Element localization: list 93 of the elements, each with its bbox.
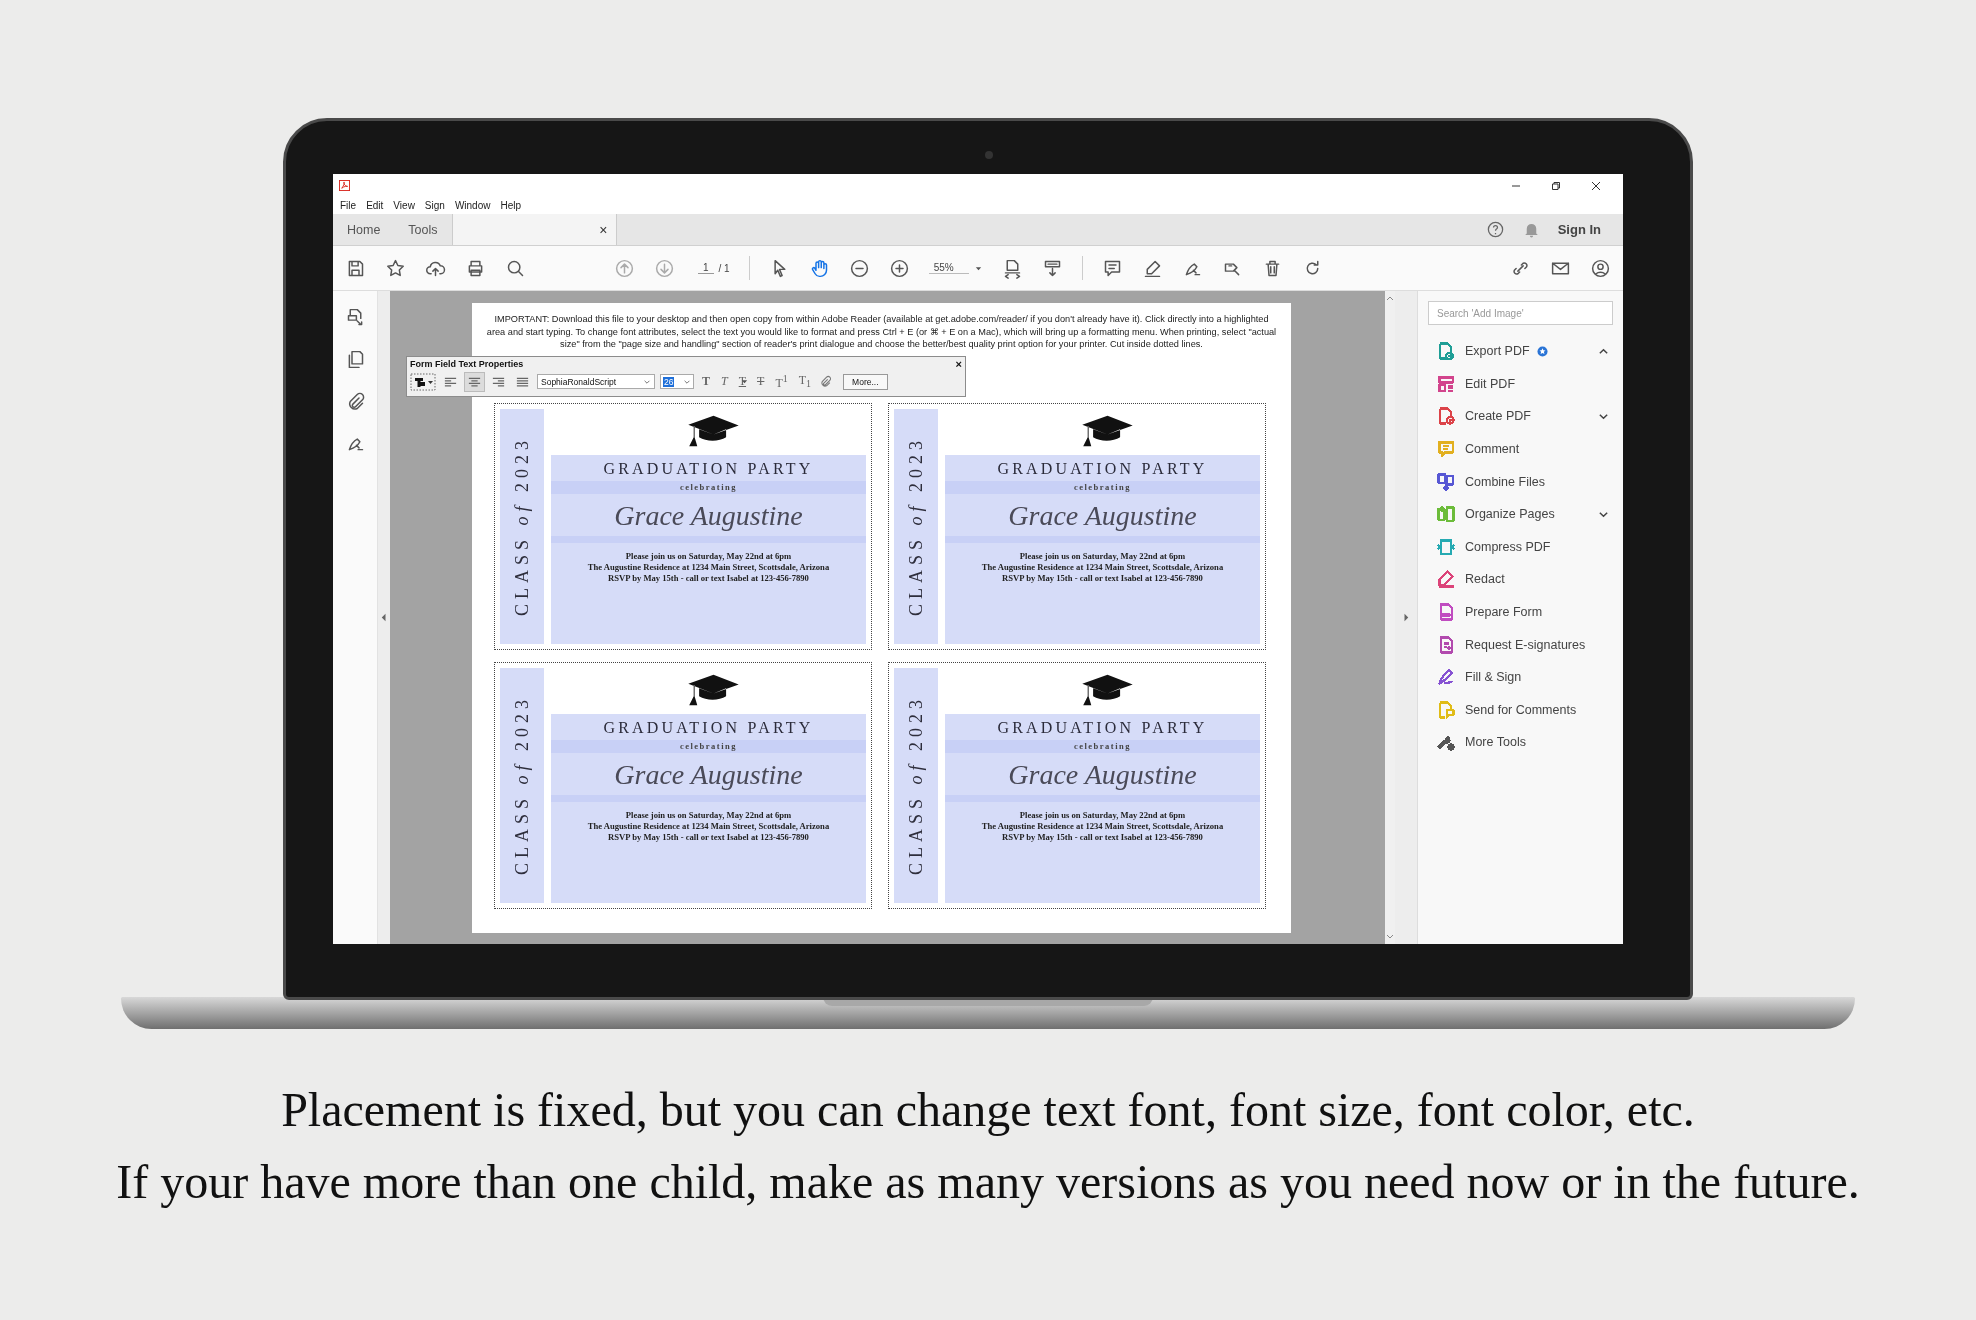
tab[interactable]: Home — [333, 214, 395, 245]
scrollbar[interactable] — [1385, 291, 1395, 944]
tool-item[interactable]: Send for Comments — [1428, 693, 1613, 727]
expand-right-icon[interactable] — [1403, 613, 1409, 622]
font-dropdown[interactable]: SophiaRonaldScript — [537, 374, 655, 389]
caret-icon[interactable] — [740, 377, 750, 386]
superscript-button[interactable]: T$^{1}$ — [772, 372, 791, 391]
event-detail[interactable]: Please join us on Saturday, May 22nd at 6pm — [1019, 550, 1186, 562]
restore-icon[interactable] — [1551, 180, 1561, 191]
event-detail[interactable]: RSVP by May 15th - call or text Isabel at 123-456-7890 — [608, 831, 809, 843]
tool-item[interactable]: Organize Pages — [1428, 497, 1613, 531]
user-icon[interactable] — [1590, 257, 1611, 279]
honoree-name[interactable]: Grace Augustine — [614, 499, 803, 532]
party-title: GRADUATION PARTY — [603, 459, 814, 478]
event-detail[interactable]: The Augustine Residence at 1234 Main Street, Scottsdale, Arizona — [981, 820, 1224, 832]
zoom-in-icon[interactable] — [888, 257, 910, 279]
class-year-label: CLASS of 2023 — [905, 694, 927, 875]
tool-item[interactable]: Redact — [1428, 563, 1613, 596]
collapse-left-icon[interactable] — [381, 613, 387, 622]
class-year-label: CLASS of 2023 — [511, 694, 533, 875]
invitation-panel[interactable] — [945, 713, 1260, 903]
tool-item[interactable]: Fill & Sign — [1428, 660, 1613, 694]
tool-item[interactable]: Edit PDF — [1428, 367, 1613, 401]
honoree-name[interactable]: Grace Augustine — [1008, 758, 1197, 791]
caption-text: Placement is fixed, but you can change text font, font size, font color, etc. — [281, 1082, 1695, 1138]
bold-button[interactable]: T — [699, 374, 713, 389]
close-icon[interactable] — [1591, 180, 1601, 191]
tool-item[interactable]: Combine Files — [1428, 465, 1613, 498]
menu-item[interactable]: Edit — [366, 200, 384, 211]
party-title: GRADUATION PARTY — [603, 718, 814, 737]
invitation-panel[interactable] — [551, 713, 866, 903]
invitation-panel[interactable] — [551, 454, 866, 644]
instructions-text: IMPORTANT: Download this file to your desktop and then open copy from within Adobe Reader (available at get.adobe.com/reader/ if you don't already have it). Click directly into a highlighted area and start typing. To change font attributes, select the text you would like to format and press Ctrl + E (or ⌘ + E on a Mac), which will bring up a formatting menu. When printing, select "actual size" from the "page size and handling" section of reader's print dialogue and choose the better/best quality print option for your printer. Cut inside dotted lines. — [486, 313, 1277, 351]
paperclip-icon[interactable] — [819, 375, 833, 388]
scroll-up-icon[interactable] — [1386, 295, 1394, 301]
tab-close-button[interactable]: × — [591, 221, 616, 238]
tool-item[interactable]: Export PDF — [1428, 335, 1613, 368]
search-field[interactable]: Search 'Add Image' — [1428, 301, 1613, 325]
honoree-name[interactable]: Grace Augustine — [614, 758, 803, 791]
strikethrough-button[interactable]: T — [754, 374, 768, 389]
help-icon[interactable] — [1485, 220, 1505, 239]
invitation-panel[interactable] — [945, 454, 1260, 644]
camera-dot — [985, 151, 993, 159]
tool-item[interactable]: Comment — [1428, 432, 1613, 466]
event-detail[interactable]: RSVP by May 15th - call or text Isabel at 123-456-7890 — [1002, 831, 1203, 843]
menu-item[interactable]: Sign — [424, 200, 445, 211]
honoree-name[interactable]: Grace Augustine — [1008, 499, 1197, 532]
menu-item[interactable]: View — [393, 200, 415, 211]
text-color-icon[interactable] — [410, 372, 436, 391]
menu-item[interactable]: File — [340, 200, 357, 211]
tool-item[interactable]: Request E-signatures — [1428, 628, 1613, 661]
caption-text: If your have more than one child, make as many versions as you need now or in the future. — [116, 1154, 1860, 1210]
zoom-dropdown[interactable]: 55% — [928, 262, 969, 274]
scroll-down-icon[interactable] — [1386, 934, 1394, 940]
subtitle-text: celebrating — [679, 739, 738, 753]
pdf-logo-icon — [339, 180, 350, 191]
italic-button[interactable]: T — [718, 374, 731, 389]
page-total: / 1 — [718, 262, 730, 274]
subtitle-text: celebrating — [1073, 739, 1132, 753]
font-size-dropdown[interactable]: 26 — [660, 374, 694, 389]
page-number-field[interactable]: 1 — [698, 262, 714, 274]
star-icon[interactable] — [385, 257, 406, 279]
event-detail[interactable]: RSVP by May 15th - call or text Isabel at 123-456-7890 — [608, 572, 809, 584]
underline-button[interactable]: T — [735, 374, 750, 389]
menu-item[interactable]: Help — [500, 200, 522, 211]
menu-item[interactable]: Window — [454, 200, 491, 211]
align-center-icon[interactable] — [465, 372, 484, 391]
tool-item[interactable]: Compress PDF — [1428, 530, 1613, 564]
class-year-label: CLASS of 2023 — [905, 435, 927, 616]
tool-item[interactable]: More Tools — [1428, 726, 1613, 759]
tool-item[interactable]: Prepare Form — [1428, 595, 1613, 629]
tool-item[interactable]: Create PDF — [1428, 400, 1613, 433]
subtitle-text: celebrating — [679, 480, 738, 494]
sign-in-link[interactable]: Sign In — [1557, 222, 1601, 237]
event-detail[interactable]: RSVP by May 15th - call or text Isabel at 123-456-7890 — [1002, 572, 1203, 584]
event-detail[interactable]: Please join us on Saturday, May 22nd at 6pm — [625, 809, 792, 821]
event-detail[interactable]: Please join us on Saturday, May 22nd at 6pm — [625, 550, 792, 562]
tab[interactable]: Tools — [394, 214, 452, 245]
palette-close-button[interactable]: × — [955, 358, 962, 370]
subtitle-text: celebrating — [1073, 480, 1132, 494]
event-detail[interactable]: The Augustine Residence at 1234 Main Street, Scottsdale, Arizona — [587, 820, 830, 832]
event-detail[interactable]: The Augustine Residence at 1234 Main Street, Scottsdale, Arizona — [587, 561, 830, 573]
event-detail[interactable]: Please join us on Saturday, May 22nd at 6pm — [1019, 809, 1186, 821]
chevron-down-icon[interactable] — [1598, 411, 1609, 422]
palette-title: Form Field Text Properties — [410, 359, 524, 369]
document-tab[interactable]: × — [451, 214, 617, 245]
subscript-button[interactable]: T$_{1}$ — [795, 373, 815, 390]
class-year-label: CLASS of 2023 — [511, 435, 533, 616]
zoom-out-icon[interactable] — [848, 257, 870, 279]
event-detail[interactable]: The Augustine Residence at 1234 Main Street, Scottsdale, Arizona — [981, 561, 1224, 573]
party-title: GRADUATION PARTY — [997, 718, 1208, 737]
party-title: GRADUATION PARTY — [997, 459, 1208, 478]
more-button[interactable]: More... — [843, 373, 888, 390]
